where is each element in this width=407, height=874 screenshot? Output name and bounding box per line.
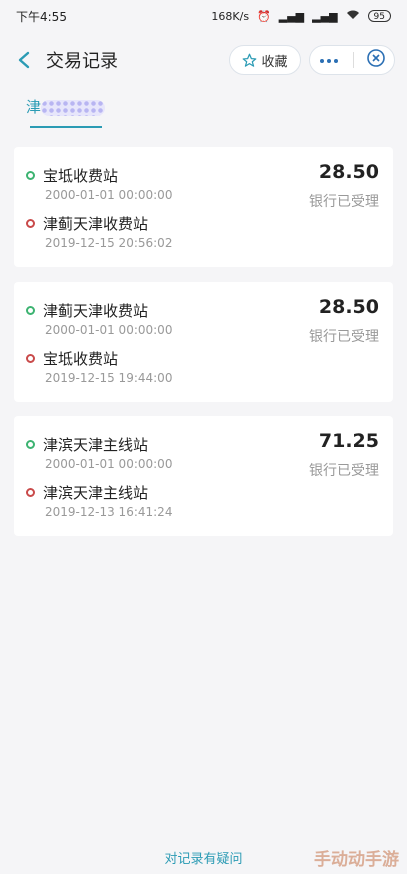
entry-dot-icon bbox=[26, 440, 35, 449]
watermark-logo: 手动动手游 bbox=[314, 850, 399, 870]
star-icon bbox=[243, 53, 257, 67]
entry-station: 津蓟天津收费站 bbox=[26, 300, 148, 321]
exit-station: 宝坻收费站 bbox=[26, 348, 118, 369]
mini-program-capsule bbox=[309, 45, 395, 75]
amount: 28.50 bbox=[318, 161, 379, 183]
exit-station-name: 津滨天津主线站 bbox=[43, 484, 149, 502]
entry-time: 2000-01-01 00:00:00 bbox=[45, 457, 173, 471]
record-card[interactable]: 津滨天津主线站 2000-01-01 00:00:00 津滨天津主线站 2019… bbox=[14, 416, 393, 536]
exit-time: 2019-12-15 19:44:00 bbox=[45, 371, 173, 385]
tab-plate-label: 津 bbox=[26, 98, 42, 116]
app-bar: 交易记录 收藏 bbox=[0, 32, 407, 88]
wifi-icon bbox=[346, 9, 360, 23]
capsule-divider bbox=[352, 52, 354, 68]
redacted-plate bbox=[41, 99, 106, 116]
exit-time: 2019-12-15 20:56:02 bbox=[45, 236, 173, 250]
close-icon[interactable] bbox=[366, 48, 386, 72]
favorite-label: 收藏 bbox=[261, 54, 288, 70]
signal-icon: ▂▄▆ bbox=[278, 9, 305, 23]
battery-indicator: 95 bbox=[367, 10, 391, 22]
exit-station: 津滨天津主线站 bbox=[26, 482, 148, 503]
tab-underline bbox=[30, 126, 102, 128]
favorite-button[interactable]: 收藏 bbox=[229, 45, 301, 75]
exit-dot-icon bbox=[26, 488, 35, 497]
record-card[interactable]: 津蓟天津收费站 2000-01-01 00:00:00 宝坻收费站 2019-1… bbox=[14, 282, 393, 402]
exit-time: 2019-12-13 16:41:24 bbox=[45, 505, 173, 519]
network-speed: 168K/s bbox=[211, 9, 250, 23]
exit-dot-icon bbox=[26, 354, 35, 363]
entry-dot-icon bbox=[26, 171, 35, 180]
alarm-icon: ⏰ bbox=[257, 9, 271, 23]
status-bar: 下午4:55 168K/s ⏰ ▂▄▆ ▂▄▆ 95 bbox=[0, 0, 407, 32]
entry-time: 2000-01-01 00:00:00 bbox=[45, 323, 173, 337]
plate-tabs: 津 bbox=[0, 88, 407, 136]
exit-station-name: 宝坻收费站 bbox=[43, 350, 119, 368]
entry-time: 2000-01-01 00:00:00 bbox=[45, 188, 173, 202]
payment-status: 银行已受理 bbox=[309, 329, 379, 345]
signal-icon-2: ▂▄▆ bbox=[312, 9, 338, 23]
entry-station: 宝坻收费站 bbox=[26, 165, 118, 186]
entry-station-name: 津蓟天津收费站 bbox=[43, 302, 149, 320]
entry-dot-icon bbox=[26, 306, 35, 315]
status-icons: 168K/s ⏰ ▂▄▆ ▂▄▆ 95 bbox=[211, 9, 391, 23]
more-icon[interactable] bbox=[318, 53, 340, 68]
record-card[interactable]: 宝坻收费站 2000-01-01 00:00:00 津蓟天津收费站 2019-1… bbox=[14, 147, 393, 267]
payment-status: 银行已受理 bbox=[309, 194, 379, 210]
payment-status: 银行已受理 bbox=[309, 463, 379, 479]
tab-plate[interactable]: 津 bbox=[26, 96, 106, 117]
back-arrow-icon[interactable] bbox=[12, 48, 36, 72]
amount: 28.50 bbox=[318, 296, 379, 318]
page-title: 交易记录 bbox=[46, 51, 118, 72]
entry-station-name: 宝坻收费站 bbox=[43, 167, 119, 185]
exit-station: 津蓟天津收费站 bbox=[26, 213, 148, 234]
entry-station-name: 津滨天津主线站 bbox=[43, 436, 149, 454]
amount: 71.25 bbox=[318, 430, 379, 452]
exit-dot-icon bbox=[26, 219, 35, 228]
status-time: 下午4:55 bbox=[16, 9, 67, 24]
exit-station-name: 津蓟天津收费站 bbox=[43, 215, 149, 233]
entry-station: 津滨天津主线站 bbox=[26, 434, 148, 455]
